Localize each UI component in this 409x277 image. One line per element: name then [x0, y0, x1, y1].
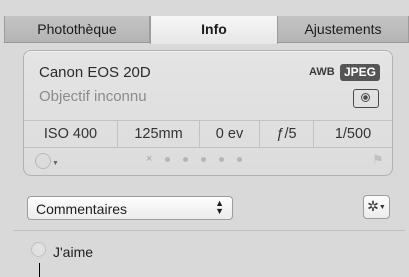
color-label-icon[interactable] — [35, 153, 51, 169]
divider — [13, 230, 405, 231]
flag-icon[interactable]: ⚑ — [372, 152, 384, 168]
tab-info[interactable]: Info — [150, 16, 278, 44]
gear-icon: ✲ — [367, 198, 379, 214]
lens-info: Objectif inconnu — [39, 88, 147, 105]
rating-dot-5[interactable] — [237, 156, 243, 162]
rating-dot-4[interactable] — [219, 156, 225, 162]
white-balance-badge: AWB — [309, 66, 335, 78]
rating-dot-2[interactable] — [183, 156, 189, 162]
file-format-badge: JPEG — [340, 64, 381, 81]
exif-aperture: ƒ/5 — [260, 121, 314, 147]
camera-info-panel: Canon EOS 20D Objectif inconnu AWB JPEG … — [23, 50, 393, 176]
exif-row: ISO 400 125mm 0 ev ƒ/5 1/500 — [24, 120, 392, 148]
action-menu-button[interactable]: ✲▼ — [363, 195, 390, 219]
exif-focal-length: 125mm — [118, 121, 200, 147]
camera-icon — [353, 89, 379, 108]
like-label: J'aime — [53, 244, 94, 260]
inspector-tab-bar: Photothèque Info Ajustements — [4, 16, 409, 44]
chevron-down-icon[interactable]: ▼ — [52, 160, 59, 167]
rating-row: ▼ × ⚑ — [24, 147, 392, 175]
rating-dot-3[interactable] — [201, 156, 207, 162]
camera-model: Canon EOS 20D — [39, 64, 151, 81]
reject-icon[interactable]: × — [146, 151, 152, 167]
star-rating[interactable]: × — [146, 151, 243, 167]
text-cursor — [39, 263, 40, 277]
exif-iso: ISO 400 — [24, 121, 118, 147]
exif-shutter-speed: 1/500 — [334, 126, 372, 142]
rating-dot-1[interactable] — [165, 156, 171, 162]
tab-phototheque[interactable]: Photothèque — [4, 16, 150, 42]
chevron-down-icon: ▼ — [378, 203, 386, 211]
metadata-view-value: Commentaires — [36, 201, 128, 217]
exif-exposure-bias: 0 ev — [200, 121, 260, 147]
like-icon[interactable] — [31, 242, 46, 257]
tab-ajustements[interactable]: Ajustements — [278, 16, 409, 42]
metadata-view-select[interactable]: Commentaires ▲ ▼ — [27, 196, 233, 220]
updown-arrows-icon: ▲ ▼ — [215, 198, 224, 216]
